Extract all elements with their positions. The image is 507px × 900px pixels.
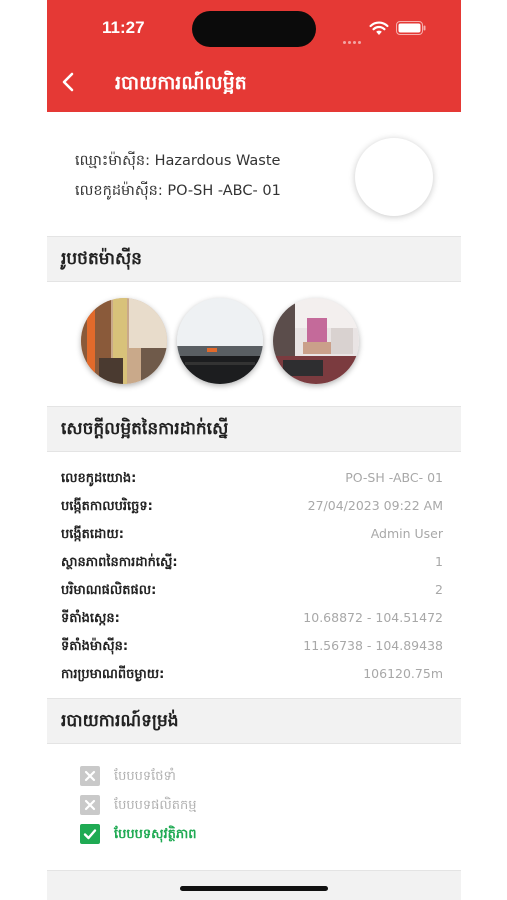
machine-avatar[interactable]: [355, 138, 433, 216]
machine-photo[interactable]: [177, 298, 263, 384]
detail-row: ស្ថានភាពនៃការដាក់ស្នើ: 1: [47, 554, 461, 582]
form-checklist: បែបបទថែទាំ បែបបទផលិតកម្ម បែបបទសុវត្ថិភាព: [47, 744, 461, 870]
home-indicator[interactable]: [180, 886, 328, 891]
bottom-band: [47, 870, 461, 900]
machine-code-line: លេខកូដម៉ាស៊ីន: PO-SH -ABC- 01: [75, 182, 281, 203]
safety-form-item[interactable]: បែបបទសុវត្ថិភាព: [80, 824, 380, 848]
detail-row: បង្កើតកាលបរិច្ឆេទ: 27/04/2023 09:22 AM: [47, 498, 461, 526]
page-title: របាយការណ៍លម្អិត: [115, 72, 247, 94]
details-list: លេខកូដយោង: PO-SH -ABC- 01 បង្កើតកាលបរិច្…: [47, 452, 461, 698]
detail-value: PO-SH -ABC- 01: [345, 470, 443, 485]
form-item-label: បែបបទសុវត្ថិភាព: [114, 827, 197, 842]
machine-info-card: ឈ្មោះម៉ាស៊ីន: Hazardous Waste លេខកូដម៉ាស…: [47, 112, 461, 236]
machine-name-value: Hazardous Waste: [154, 153, 281, 169]
form-section-header: របាយការណ៍ទម្រង់: [47, 698, 461, 744]
detail-value: 10.68872 - 104.51472: [303, 610, 443, 625]
photos-section-title: រូបថតម៉ាស៊ីន: [61, 249, 142, 269]
app-header: 11:27 របាយការណ៍លម្អិត: [47, 0, 461, 112]
detail-row: បង្កើតដោយ: Admin User: [47, 526, 461, 554]
detail-label: ស្ថានភាពនៃការដាក់ស្នើ:: [61, 555, 178, 570]
maintenance-form-item[interactable]: បែបបទថែទាំ: [80, 766, 380, 790]
machine-photo[interactable]: [81, 298, 167, 384]
detail-value: Admin User: [370, 526, 443, 541]
detail-label: ការប្រមាណពីចម្ងាយ:: [61, 667, 165, 682]
status-time: 11:27: [102, 18, 145, 37]
machine-code-value: PO-SH -ABC- 01: [167, 183, 281, 199]
detail-row: ទីតាំងម៉ាស៊ីន: 11.56738 - 104.89438: [47, 638, 461, 666]
detail-label: បង្កើតដោយ:: [61, 527, 124, 542]
dynamic-island: [192, 11, 316, 47]
detail-label: លេខកូដយោង:: [61, 471, 137, 486]
form-item-label: បែបបទថែទាំ: [114, 769, 176, 784]
machine-name-label: ឈ្មោះម៉ាស៊ីន:: [75, 153, 150, 169]
unchecked-x-icon[interactable]: [80, 766, 100, 786]
machine-photo[interactable]: [273, 298, 359, 384]
detail-label: ទីតាំងស្កេន:: [61, 611, 120, 626]
detail-row: ទីតាំងស្កេន: 10.68872 - 104.51472: [47, 610, 461, 638]
details-section-title: សេចក្ដីលម្អិតនៃការដាក់ស្នើ: [61, 419, 229, 439]
battery-icon: [396, 21, 426, 35]
back-arrow-icon[interactable]: [59, 70, 79, 94]
detail-value: 11.56738 - 104.89438: [303, 638, 443, 653]
checkmark-icon[interactable]: [80, 824, 100, 844]
form-item-label: បែបបទផលិតកម្ម: [114, 798, 197, 813]
detail-label: ទីតាំងម៉ាស៊ីន:: [61, 639, 129, 654]
cellular-signal-icon: [343, 29, 367, 44]
detail-row: ការប្រមាណពីចម្ងាយ: 106120.75m: [47, 666, 461, 694]
detail-row: បរិមាណផលិតផល: 2: [47, 582, 461, 610]
detail-label: បរិមាណផលិតផល:: [61, 583, 157, 598]
detail-label: បង្កើតកាលបរិច្ឆេទ:: [61, 499, 153, 514]
wifi-icon: [369, 21, 389, 35]
detail-value: 27/04/2023 09:22 AM: [307, 498, 443, 513]
detail-value: 1: [435, 554, 443, 569]
details-section-header: សេចក្ដីលម្អិតនៃការដាក់ស្នើ: [47, 406, 461, 452]
detail-value: 2: [435, 582, 443, 597]
detail-value: 106120.75m: [363, 666, 443, 681]
machine-photos: [47, 282, 461, 406]
detail-row: លេខកូដយោង: PO-SH -ABC- 01: [47, 470, 461, 498]
machine-name-line: ឈ្មោះម៉ាស៊ីន: Hazardous Waste: [75, 152, 280, 173]
machine-code-label: លេខកូដម៉ាស៊ីន:: [75, 183, 163, 199]
phone-screen: 11:27 របាយការណ៍លម្អិត ឈ្មោះម៉ាស៊ីន: Haza…: [47, 0, 461, 900]
form-section-title: របាយការណ៍ទម្រង់: [61, 711, 179, 731]
unchecked-x-icon[interactable]: [80, 795, 100, 815]
production-form-item[interactable]: បែបបទផលិតកម្ម: [80, 795, 380, 819]
photos-section-header: រូបថតម៉ាស៊ីន: [47, 236, 461, 282]
